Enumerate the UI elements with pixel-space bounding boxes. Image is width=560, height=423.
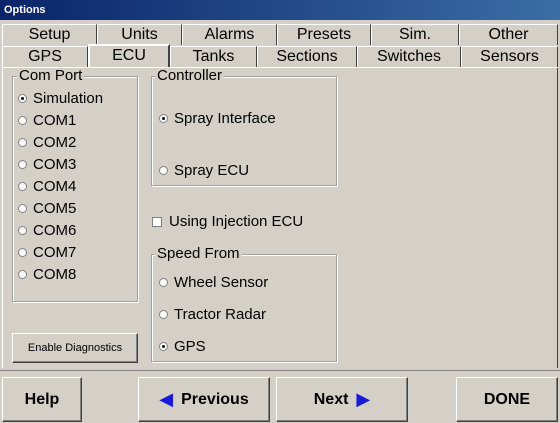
com-port-option-com5[interactable]: COM5 bbox=[18, 200, 76, 217]
radio-selected-icon bbox=[159, 114, 168, 123]
radio-label: Spray ECU bbox=[174, 162, 250, 179]
controller-option-spray-ecu[interactable]: Spray ECU bbox=[159, 162, 249, 179]
radio-selected-icon bbox=[18, 94, 27, 103]
checkbox-label: Using Injection ECU bbox=[169, 213, 304, 230]
radio-icon bbox=[159, 278, 168, 287]
radio-label: COM7 bbox=[33, 244, 77, 261]
radio-label: Simulation bbox=[33, 90, 104, 107]
tab-setup[interactable]: Setup bbox=[2, 24, 97, 45]
com-port-option-com4[interactable]: COM4 bbox=[18, 178, 76, 195]
radio-label: COM5 bbox=[33, 200, 77, 217]
previous-button[interactable]: ◀ Previous bbox=[138, 377, 270, 422]
radio-icon bbox=[18, 182, 27, 191]
radio-icon bbox=[18, 116, 27, 125]
using-injection-ecu-checkbox[interactable]: Using Injection ECU bbox=[152, 213, 303, 230]
radio-label: Spray Interface bbox=[174, 110, 276, 127]
arrow-right-icon: ▶ bbox=[356, 389, 371, 409]
radio-icon bbox=[18, 204, 27, 213]
com-port-option-com6[interactable]: COM6 bbox=[18, 222, 76, 239]
com-port-title: Com Port bbox=[17, 67, 85, 84]
tab-sim[interactable]: Sim. bbox=[371, 24, 459, 45]
speed-option-wheel-sensor[interactable]: Wheel Sensor bbox=[159, 274, 268, 291]
ecu-panel: Com Port Simulation COM1 COM2 COM3 COM4 … bbox=[2, 68, 558, 368]
com-port-option-simulation[interactable]: Simulation bbox=[18, 90, 103, 107]
next-label: Next bbox=[313, 390, 349, 408]
com-port-option-com2[interactable]: COM2 bbox=[18, 134, 76, 151]
tab-ecu[interactable]: ECU bbox=[88, 44, 170, 67]
com-port-option-com3[interactable]: COM3 bbox=[18, 156, 76, 173]
footer-bar: Help ◀ Previous Next ▶ DONE bbox=[0, 370, 560, 423]
radio-icon bbox=[18, 160, 27, 169]
tab-tanks[interactable]: Tanks bbox=[170, 46, 257, 67]
com-port-option-com7[interactable]: COM7 bbox=[18, 244, 76, 261]
arrow-left-icon: ◀ bbox=[159, 389, 174, 409]
next-button[interactable]: Next ▶ bbox=[276, 377, 408, 422]
tab-presets[interactable]: Presets bbox=[277, 24, 371, 45]
radio-icon bbox=[159, 166, 168, 175]
tab-units[interactable]: Units bbox=[97, 24, 182, 45]
help-button[interactable]: Help bbox=[2, 377, 82, 422]
options-dialog: Setup Units Alarms Presets Sim. Other GP… bbox=[0, 20, 560, 423]
com-port-option-com1[interactable]: COM1 bbox=[18, 112, 76, 129]
tab-other[interactable]: Other bbox=[459, 24, 558, 45]
radio-selected-icon bbox=[159, 342, 168, 351]
controller-title: Controller bbox=[155, 67, 225, 84]
radio-icon bbox=[159, 310, 168, 319]
controller-option-spray-interface[interactable]: Spray Interface bbox=[159, 110, 276, 127]
radio-label: COM6 bbox=[33, 222, 77, 239]
radio-label: GPS bbox=[174, 338, 206, 355]
done-button[interactable]: DONE bbox=[456, 377, 558, 422]
radio-icon bbox=[18, 138, 27, 147]
radio-label: COM4 bbox=[33, 178, 77, 195]
radio-label: COM1 bbox=[33, 112, 77, 129]
radio-label: COM3 bbox=[33, 156, 77, 173]
tab-switches[interactable]: Switches bbox=[357, 46, 461, 67]
radio-label: COM8 bbox=[33, 266, 77, 283]
radio-label: Tractor Radar bbox=[174, 306, 266, 323]
radio-icon bbox=[18, 270, 27, 279]
speed-option-tractor-radar[interactable]: Tractor Radar bbox=[159, 306, 266, 323]
radio-label: Wheel Sensor bbox=[174, 274, 269, 291]
speed-from-title: Speed From bbox=[155, 245, 242, 262]
radio-icon bbox=[18, 226, 27, 235]
enable-diagnostics-button[interactable]: Enable Diagnostics bbox=[12, 333, 138, 363]
radio-icon bbox=[18, 248, 27, 257]
com-port-option-com8[interactable]: COM8 bbox=[18, 266, 76, 283]
tab-alarms[interactable]: Alarms bbox=[182, 24, 277, 45]
tab-sensors[interactable]: Sensors bbox=[461, 46, 558, 67]
previous-label: Previous bbox=[181, 390, 249, 408]
tab-sections[interactable]: Sections bbox=[257, 46, 357, 67]
tab-row-front: GPS ECU Tanks Sections Switches Sensors bbox=[2, 44, 558, 67]
tab-row-back: Setup Units Alarms Presets Sim. Other bbox=[2, 24, 558, 45]
checkbox-icon bbox=[152, 216, 162, 227]
radio-label: COM2 bbox=[33, 134, 77, 151]
window-title: Options bbox=[0, 0, 560, 20]
speed-option-gps[interactable]: GPS bbox=[159, 338, 206, 355]
tab-gps[interactable]: GPS bbox=[2, 46, 88, 67]
